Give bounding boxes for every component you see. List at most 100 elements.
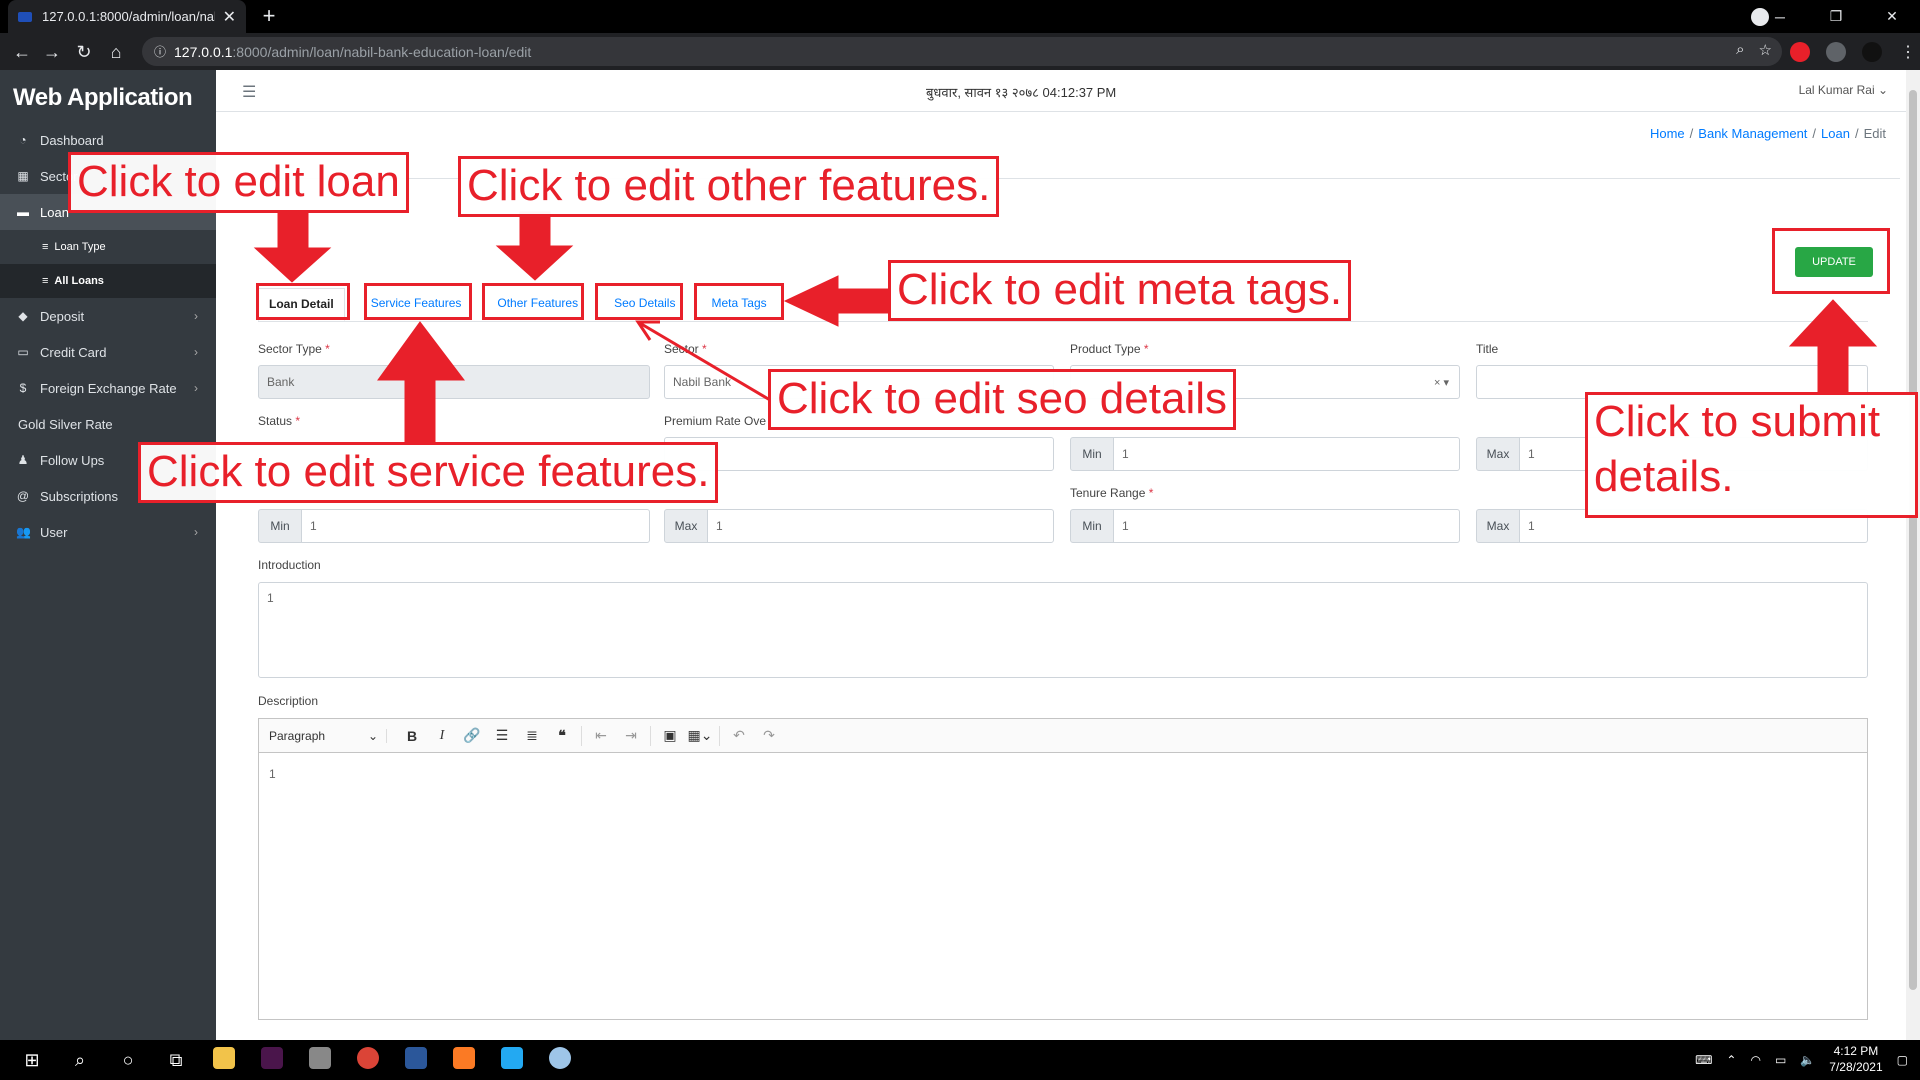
- tenure-min-input[interactable]: 1: [1113, 509, 1460, 543]
- extension-red-icon[interactable]: [1790, 42, 1810, 62]
- clear-select-icon[interactable]: × ▾: [1434, 376, 1449, 389]
- notifications-icon[interactable]: ▢: [1897, 1053, 1908, 1067]
- insert-table-icon[interactable]: ▦⌄: [685, 727, 715, 744]
- row2-min-addon: Min: [1070, 437, 1114, 471]
- app-icon[interactable]: [296, 1046, 344, 1074]
- bold-icon[interactable]: B: [397, 728, 427, 744]
- description-label: Description: [258, 694, 319, 708]
- sidebar-subitem-loan-type[interactable]: ≡ Loan Type: [0, 230, 216, 264]
- italic-icon[interactable]: I: [427, 728, 457, 744]
- premium-rate-max-input[interactable]: [664, 437, 1054, 471]
- tab-title: 127.0.0.1:8000/admin/loan/nabil: [42, 9, 215, 24]
- wifi-icon[interactable]: ◠: [1750, 1053, 1760, 1067]
- back-icon[interactable]: ←: [10, 40, 34, 64]
- user-plus-icon: ♟: [17, 453, 29, 467]
- browser-tab[interactable]: 127.0.0.1:8000/admin/loan/nabil ✕: [8, 0, 246, 33]
- sector-label: Sector *: [664, 342, 707, 356]
- word-icon[interactable]: [392, 1046, 440, 1074]
- title-label: Title: [1476, 342, 1499, 356]
- account-icon[interactable]: [1862, 42, 1882, 62]
- row2-min-input[interactable]: 1: [1113, 437, 1460, 471]
- sidebar-item-foreign-exchange[interactable]: $ Foreign Exchange Rate ›: [0, 370, 216, 406]
- dashboard-icon: ◔: [19, 133, 27, 147]
- sector-type-input[interactable]: Bank: [258, 365, 650, 399]
- sidebar-item-label: Deposit: [40, 308, 85, 324]
- bulleted-list-icon[interactable]: ☰: [487, 727, 517, 744]
- windows-start-icon[interactable]: ⊞: [8, 1050, 56, 1071]
- snipping-tool-icon[interactable]: [536, 1046, 584, 1074]
- editor-content[interactable]: 1: [259, 753, 1867, 795]
- battery-icon[interactable]: ▭: [1775, 1053, 1786, 1067]
- editor-toolbar: Paragraph ⌄ B I 🔗 ☰ ≣ ❝ ⇤ ⇥ ▣ ▦⌄ ↶ ↷: [259, 719, 1867, 753]
- users-icon: 👥: [16, 525, 31, 539]
- sidebar-item-user[interactable]: 👥 User ›: [0, 514, 216, 550]
- info-icon[interactable]: ⓘ: [154, 43, 166, 60]
- breadcrumb: Home / Bank Management / Loan / Edit: [1649, 126, 1886, 141]
- sector-type-label: Sector Type *: [258, 342, 330, 356]
- insert-image-icon[interactable]: ▣: [655, 727, 685, 744]
- row2-max-addon: Max: [1476, 437, 1520, 471]
- link-icon[interactable]: 🔗: [457, 727, 487, 744]
- sidebar-item-gold-silver[interactable]: Gold Silver Rate: [0, 406, 216, 442]
- zoom-icon[interactable]: ⌕: [1736, 41, 1744, 59]
- close-window-icon[interactable]: ✕: [1864, 8, 1920, 25]
- page-scrollbar[interactable]: [1906, 70, 1920, 1040]
- task-view-icon[interactable]: ⧉: [152, 1050, 200, 1071]
- sidebar-subitem-all-loans[interactable]: ≡ All Loans: [0, 264, 216, 298]
- window-controls: ─ ❐ ✕: [1752, 0, 1920, 33]
- cortana-icon[interactable]: ○: [104, 1050, 152, 1071]
- highlight-seo-details: [595, 283, 683, 320]
- list-icon: ≡: [42, 275, 49, 287]
- row3-min-input-1[interactable]: 1: [301, 509, 650, 543]
- sidebar-item-label: Gold Silver Rate: [18, 416, 113, 432]
- scroll-thumb[interactable]: [1909, 90, 1917, 990]
- sidebar-item-deposit[interactable]: ◆ Deposit ›: [0, 298, 216, 334]
- restore-icon[interactable]: ❐: [1808, 8, 1864, 25]
- row3-max-input-1[interactable]: 1: [707, 509, 1054, 543]
- breadcrumb-loan[interactable]: Loan: [1821, 126, 1850, 141]
- outdent-icon[interactable]: ⇤: [586, 727, 616, 744]
- system-tray: ⌨ ⌃ ◠ ▭ 🔈 4:12 PM 7/28/2021 ▢: [1695, 1040, 1908, 1080]
- redo-icon[interactable]: ↷: [754, 727, 784, 744]
- sidebar-item-credit-card[interactable]: ▭ Credit Card ›: [0, 334, 216, 370]
- file-explorer-icon[interactable]: [200, 1046, 248, 1074]
- annotation-other-features: Click to edit other features.: [458, 156, 1000, 217]
- breadcrumb-bank-management[interactable]: Bank Management: [1698, 126, 1807, 141]
- blockquote-icon[interactable]: ❝: [547, 727, 577, 744]
- menu-kebab-icon[interactable]: ⋮: [1898, 42, 1918, 62]
- slack-icon[interactable]: [248, 1046, 296, 1074]
- url-input[interactable]: ⓘ 127.0.0.1:8000/admin/loan/nabil-bank-e…: [142, 37, 1782, 66]
- bookmark-star-icon[interactable]: ☆: [1759, 41, 1772, 59]
- xampp-icon[interactable]: [440, 1046, 488, 1074]
- brand-title[interactable]: Web Application: [0, 70, 216, 122]
- clock-time: 4:12 PM: [1833, 1044, 1879, 1059]
- chevron-right-icon: ›: [194, 381, 198, 395]
- new-tab-button[interactable]: +: [256, 4, 282, 30]
- close-tab-icon[interactable]: ✕: [223, 7, 236, 27]
- tray-chevron-up-icon[interactable]: ⌃: [1726, 1053, 1736, 1067]
- keyboard-icon[interactable]: ⌨: [1695, 1053, 1712, 1067]
- introduction-textarea[interactable]: 1: [258, 582, 1868, 678]
- paragraph-format-dropdown[interactable]: Paragraph ⌄: [269, 728, 387, 743]
- minimize-icon[interactable]: ─: [1752, 9, 1808, 25]
- indent-icon[interactable]: ⇥: [616, 727, 646, 744]
- sidebar: Web Application ◔ Dashboard ▦ Sector ▬ Loan…: [0, 70, 216, 1040]
- volume-icon[interactable]: 🔈: [1800, 1053, 1815, 1067]
- search-icon[interactable]: ⌕: [56, 1050, 104, 1071]
- undo-icon[interactable]: ↶: [724, 727, 754, 744]
- forward-icon[interactable]: →: [40, 40, 64, 64]
- tenure-range-label: Tenure Range *: [1070, 486, 1154, 500]
- home-icon[interactable]: ⌂: [104, 40, 128, 64]
- chevron-right-icon: ›: [194, 525, 198, 539]
- numbered-list-icon[interactable]: ≣: [517, 727, 547, 744]
- chevron-right-icon: ›: [194, 345, 198, 359]
- breadcrumb-home[interactable]: Home: [1650, 126, 1685, 141]
- chrome-icon[interactable]: [344, 1046, 392, 1074]
- reload-icon[interactable]: ↻: [72, 40, 96, 64]
- puzzle-icon[interactable]: [1826, 42, 1846, 62]
- vscode-icon[interactable]: [488, 1046, 536, 1074]
- user-dropdown[interactable]: Lal Kumar Rai ⌄: [1799, 83, 1888, 97]
- hamburger-menu-icon[interactable]: ☰: [242, 82, 256, 102]
- taskbar-clock[interactable]: 4:12 PM 7/28/2021: [1829, 1044, 1882, 1075]
- clock-date: 7/28/2021: [1829, 1060, 1883, 1074]
